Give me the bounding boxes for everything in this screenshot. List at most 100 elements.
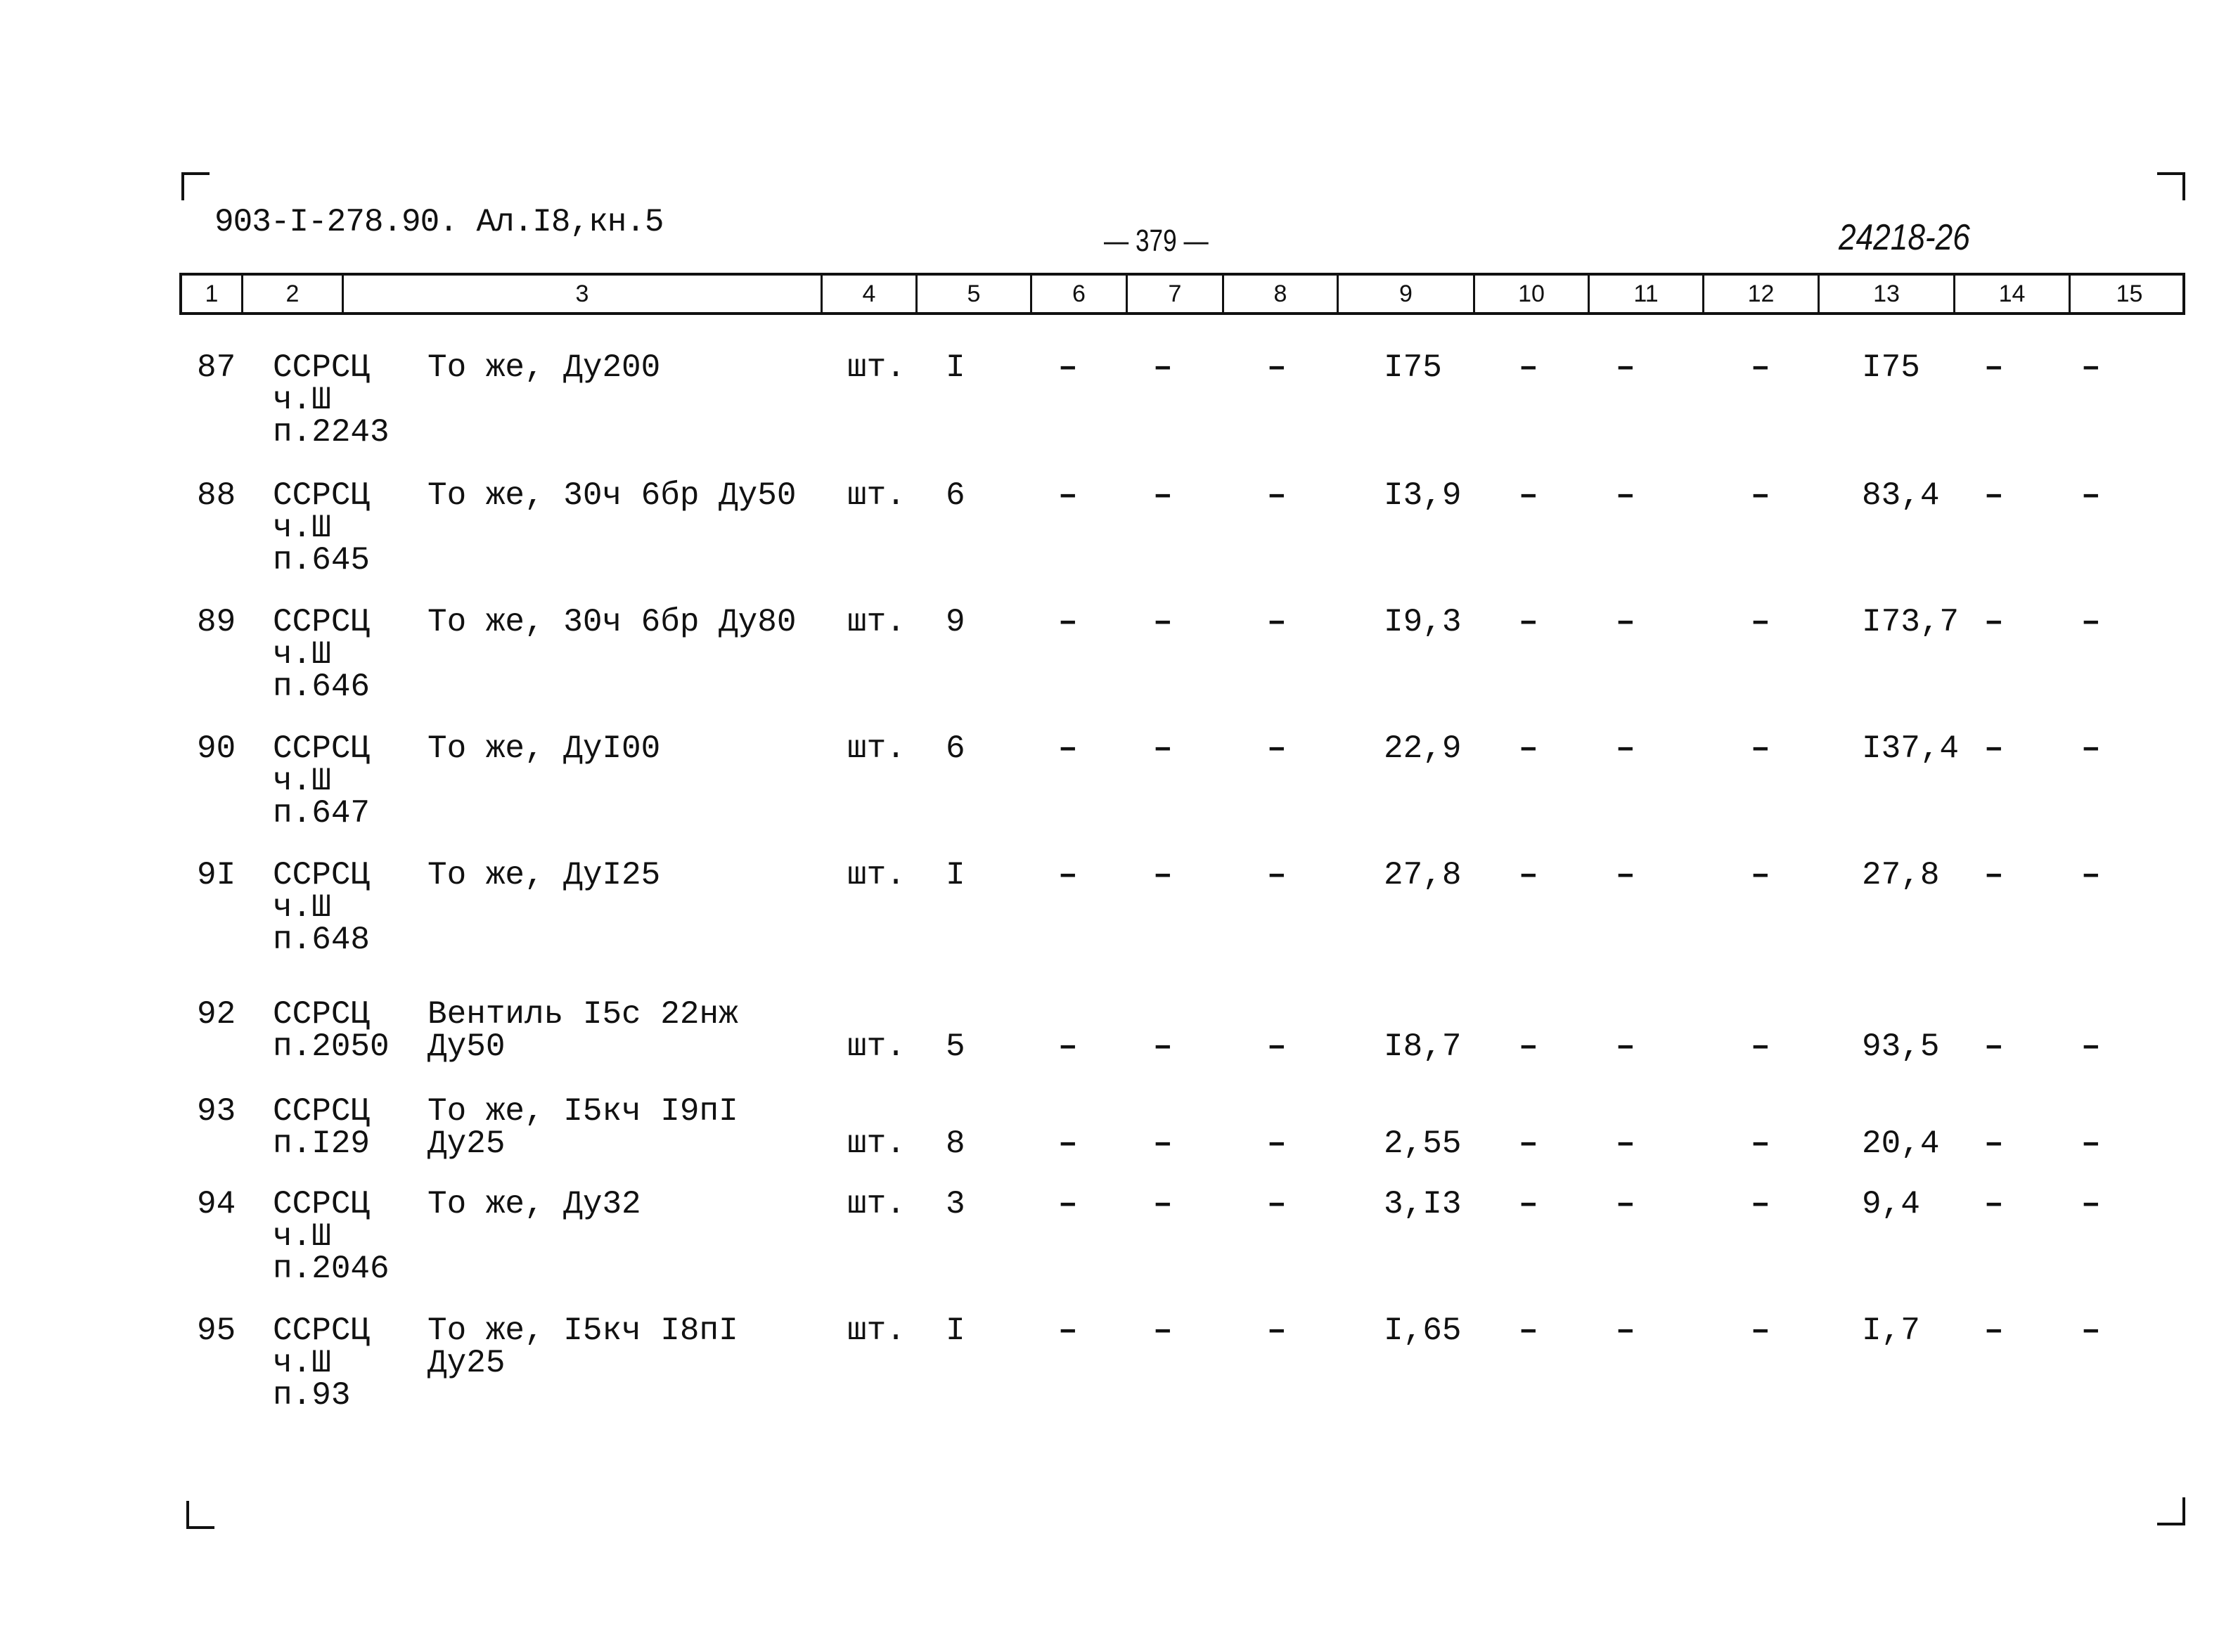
reference-line: ССРСЦ: [273, 477, 371, 514]
reference-code: ССРСЦ ч.Ш п.645: [273, 479, 370, 576]
column-header-8: 8: [1222, 276, 1337, 312]
value-col-10: –: [1519, 857, 1538, 893]
value-col-8: –: [1267, 1186, 1287, 1222]
value-col-8: –: [1267, 1312, 1287, 1349]
reference-line: п.I29: [273, 1125, 371, 1162]
value-col-12: –: [1751, 1186, 1770, 1222]
unit: шт.: [847, 857, 906, 893]
value-col-12: –: [1751, 730, 1770, 767]
value-col-14: –: [1984, 1186, 2004, 1222]
value-col-14: –: [1984, 1125, 2004, 1162]
reference-line: ССРСЦ: [273, 604, 371, 640]
value-col-15: –: [2081, 1312, 2101, 1349]
value-col-10: –: [1519, 730, 1538, 767]
unit: шт.: [847, 1312, 906, 1349]
value-col-11: –: [1616, 730, 1635, 767]
item-description: Вентиль I5с 22нж Ду50: [427, 998, 738, 1063]
value-col-13: I,7: [1862, 1312, 1920, 1349]
description-line: То же, I5кч I8пI: [427, 1312, 738, 1349]
item-description: То же, Ду200: [427, 351, 660, 384]
description-line: То же, 30ч 6бр Ду50: [427, 477, 797, 514]
value-col-15: –: [2081, 604, 2101, 640]
row-number: 87: [197, 349, 236, 386]
reference-line: п.2243: [273, 414, 390, 451]
value-col-15: –: [2081, 1186, 2101, 1222]
value-col-13: I37,4: [1862, 730, 1960, 767]
value-col-7: –: [1153, 477, 1173, 514]
description-line: То же, Ду32: [427, 1186, 641, 1222]
reference-line: ССРСЦ: [273, 730, 371, 767]
description-line: Вентиль I5с 22нж: [427, 996, 738, 1033]
value-col-12: –: [1751, 1125, 1770, 1162]
reference-line: ССРСЦ: [273, 857, 371, 893]
quantity: 9: [946, 604, 965, 640]
column-header-11: 11: [1588, 276, 1702, 312]
row-number: 94: [197, 1186, 236, 1222]
item-description: То же, ДуI00: [427, 733, 660, 765]
reference-line: ССРСЦ: [273, 1093, 371, 1130]
value-col-9: I8,7: [1384, 1028, 1462, 1065]
value-col-14: –: [1984, 857, 2004, 893]
unit: шт.: [847, 1186, 906, 1222]
column-header-9: 9: [1337, 276, 1473, 312]
reference-line: ч.Ш: [273, 1345, 331, 1381]
column-header-6: 6: [1030, 276, 1126, 312]
row-number: 92: [197, 996, 236, 1033]
reference-line: п.2046: [273, 1251, 390, 1287]
value-col-8: –: [1267, 349, 1287, 386]
value-col-13: I75: [1862, 349, 1920, 386]
unit: шт.: [847, 477, 906, 514]
row-number: 9I: [197, 857, 236, 893]
reference-line: ССРСЦ: [273, 349, 371, 386]
page-number: — 379 —: [1104, 224, 1209, 258]
reference-code: ССРСЦ ч.Ш п.93: [273, 1315, 370, 1412]
quantity: I: [946, 857, 965, 893]
description-line: То же, ДуI00: [427, 730, 661, 767]
reference-line: ССРСЦ: [273, 996, 371, 1033]
reference-line: ССРСЦ: [273, 1312, 371, 1349]
description-line: То же, Ду200: [427, 349, 661, 386]
reference-line: п.2050: [273, 1028, 390, 1065]
row-number: 88: [197, 477, 236, 514]
description-line: То же, I5кч I9пI: [427, 1093, 738, 1130]
value-col-11: –: [1616, 1186, 1635, 1222]
row-number: 90: [197, 730, 236, 767]
description-line: Ду50: [427, 1028, 506, 1065]
row-number: 95: [197, 1312, 236, 1349]
value-col-9: 3,I3: [1384, 1186, 1462, 1222]
value-col-9: 27,8: [1384, 857, 1462, 893]
reference-line: ч.Ш: [273, 1218, 331, 1255]
value-col-11: –: [1616, 349, 1635, 386]
reference-line: п.93: [273, 1377, 351, 1414]
value-col-13: I73,7: [1862, 604, 1960, 640]
item-description: То же, ДуI25: [427, 859, 660, 891]
value-col-13: 27,8: [1862, 857, 1940, 893]
quantity: I: [946, 349, 965, 386]
value-col-11: –: [1616, 1312, 1635, 1349]
value-col-12: –: [1751, 349, 1770, 386]
value-col-11: –: [1616, 1028, 1635, 1065]
row-number: 93: [197, 1093, 236, 1130]
row-number: 89: [197, 604, 236, 640]
value-col-10: –: [1519, 349, 1538, 386]
quantity: 6: [946, 477, 965, 514]
column-header-2: 2: [241, 276, 342, 312]
value-col-9: I75: [1384, 349, 1442, 386]
corner-mark-top-left: [181, 172, 210, 200]
reference-line: ч.Ш: [273, 510, 331, 546]
value-col-15: –: [2081, 477, 2101, 514]
value-col-6: –: [1058, 1028, 1078, 1065]
value-col-15: –: [2081, 1028, 2101, 1065]
value-col-7: –: [1153, 1312, 1173, 1349]
description-line: Ду25: [427, 1345, 506, 1381]
corner-mark-bottom-right: [2157, 1497, 2185, 1525]
value-col-14: –: [1984, 349, 2004, 386]
value-col-9: 22,9: [1384, 730, 1462, 767]
value-col-7: –: [1153, 1125, 1173, 1162]
value-col-11: –: [1616, 857, 1635, 893]
value-col-15: –: [2081, 1125, 2101, 1162]
value-col-6: –: [1058, 730, 1078, 767]
value-col-13: 83,4: [1862, 477, 1940, 514]
value-col-12: –: [1751, 1312, 1770, 1349]
value-col-13: 20,4: [1862, 1125, 1940, 1162]
